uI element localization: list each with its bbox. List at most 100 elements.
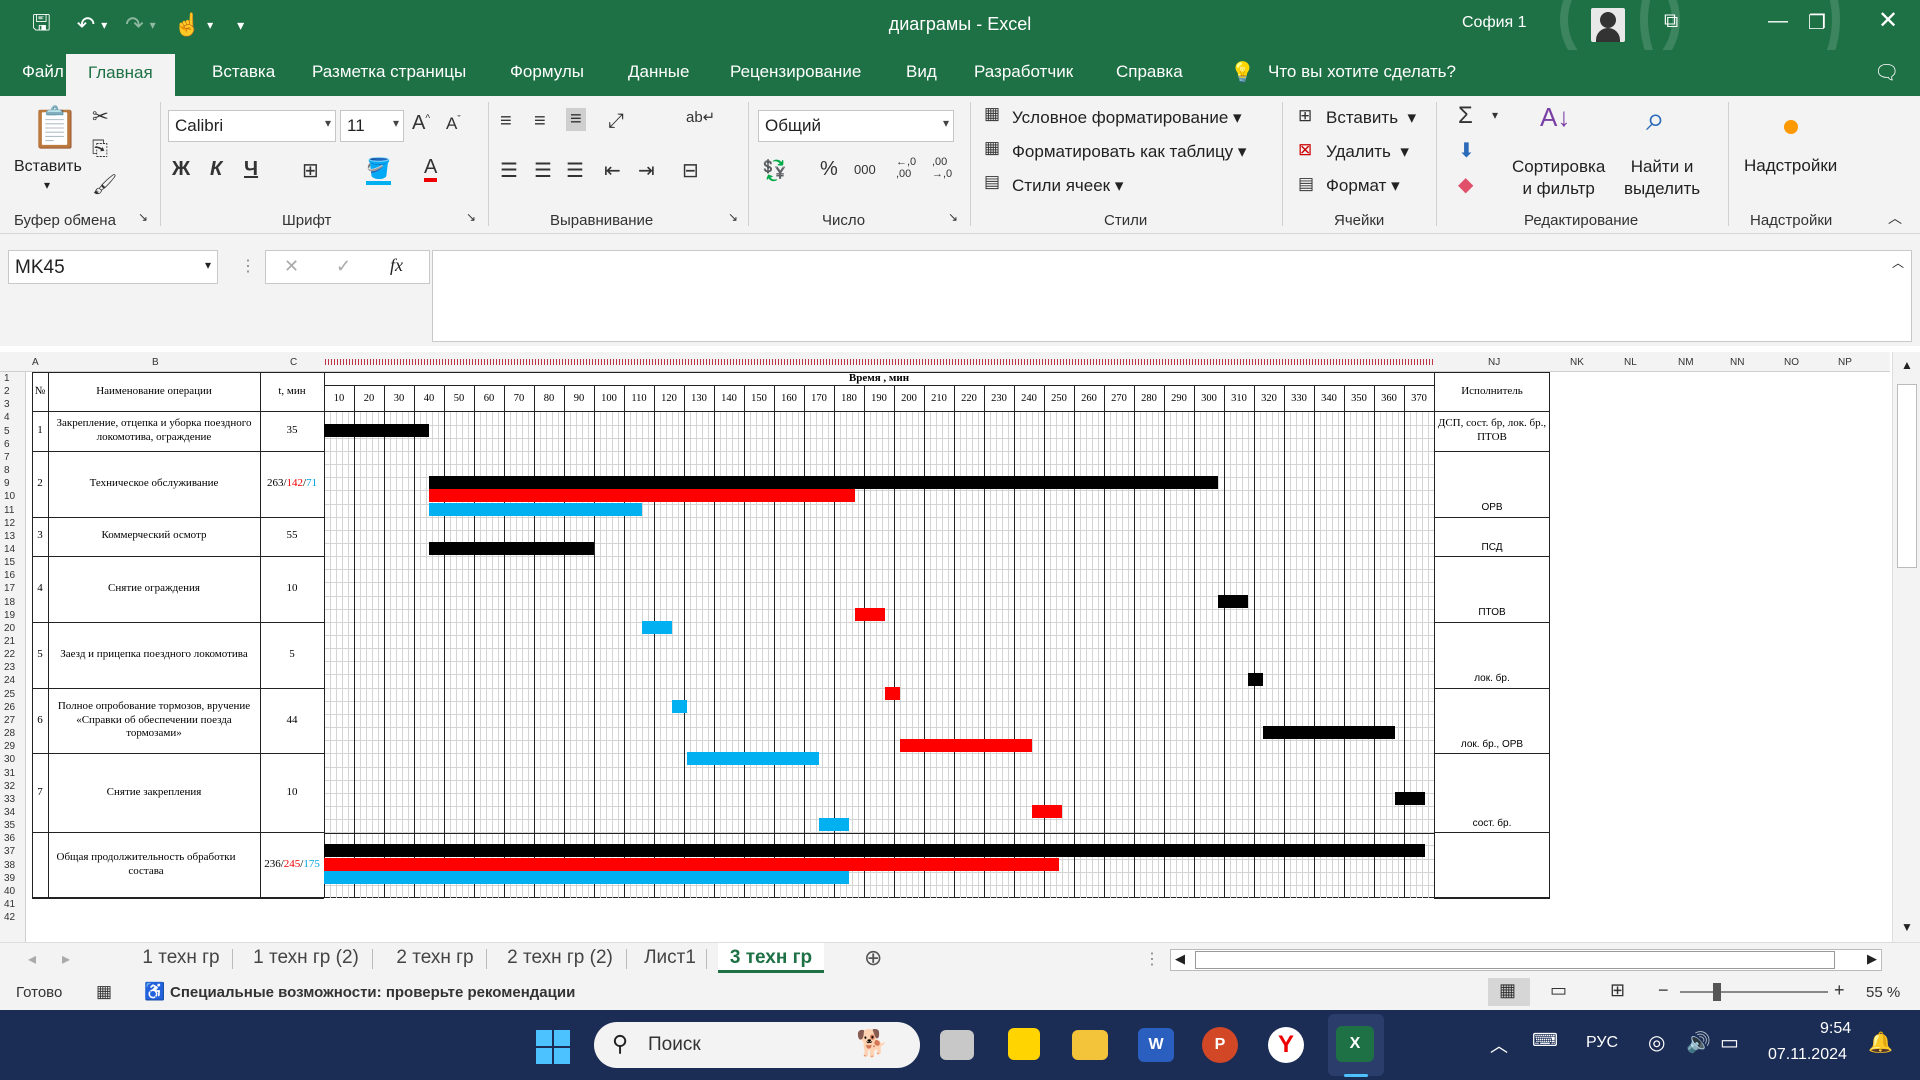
worksheet[interactable]: A B C NJ NK NL NM NN NO NP 1 2 3 4 5 6 7 8 9 10 11 12 13 14 15 1… [0,352,1920,942]
number-format-box[interactable]: Общий [758,110,954,142]
conditional-format-button[interactable]: Условное форматирование ▾ [1012,108,1242,128]
sheet-tab[interactable]: 1 техн гр (2) [246,943,366,973]
zoom-slider-thumb[interactable] [1713,983,1721,1001]
row-header[interactable]: 8 [4,465,10,476]
menu-tab[interactable]: Вставка [212,62,275,82]
accessibility-icon[interactable]: ♿ [144,982,165,1002]
find-select-button[interactable]: Найти и выделить [1624,156,1700,200]
menu-tab[interactable]: Вид [906,62,937,82]
addins-button[interactable]: Надстройки [1744,156,1837,176]
yandex-browser-icon[interactable]: Y [1268,1027,1304,1063]
row-header[interactable]: 26 [4,702,15,713]
sticky-notes-icon[interactable] [1008,1028,1040,1060]
row-header[interactable]: 17 [4,583,15,594]
orientation-icon[interactable]: ⤢ [608,110,624,133]
format-table-icon[interactable]: ▦ [984,138,1000,158]
next-sheet-icon[interactable]: ▸ [62,949,70,969]
row-header[interactable]: 9 [4,478,10,489]
row-header[interactable]: 22 [4,649,15,660]
row-header[interactable]: 33 [4,794,15,805]
volume-icon[interactable]: 🔊 [1686,1030,1711,1055]
delete-cells-button[interactable]: Удалить ▾ [1326,142,1409,162]
menu-tab[interactable]: Справка [1116,62,1183,82]
increase-decimal-button[interactable]: ←,0 ,00 [896,156,916,180]
column-header[interactable]: NN [1730,357,1744,368]
row-header[interactable]: 7 [4,452,10,463]
row-header[interactable]: 5 [4,426,10,437]
row-header[interactable]: 16 [4,570,15,581]
row-header[interactable]: 4 [4,412,10,423]
row-header[interactable]: 24 [4,675,15,686]
comments-icon[interactable]: 🗨 [1874,60,1899,85]
column-header[interactable]: A [32,357,39,368]
zoom-out-icon[interactable]: − [1658,980,1669,1001]
row-header[interactable]: 31 [4,768,15,779]
word-icon[interactable]: W [1138,1028,1174,1062]
sheet-tab[interactable]: Лист1 [640,943,700,973]
hscroll-thumb[interactable] [1195,951,1835,969]
sheet-tab[interactable]: 1 техн гр [132,943,230,973]
cell-styles-icon[interactable]: ▤ [984,172,1000,192]
zoom-in-icon[interactable]: + [1834,980,1845,1001]
ribbon-display-icon[interactable]: ⧉ [1664,10,1678,33]
scroll-thumb[interactable] [1897,384,1917,568]
page-break-icon[interactable]: ⊞ [1610,980,1625,1001]
paste-icon[interactable]: 📋 [30,104,80,151]
new-sheet-icon[interactable]: ⊕ [864,945,882,971]
row-header[interactable]: 27 [4,715,15,726]
fill-icon[interactable]: ⬇ [1458,138,1475,163]
copy-icon[interactable]: ⎘ [92,138,108,161]
increase-indent-icon[interactable]: ⇥ [638,158,655,183]
row-header[interactable]: 15 [4,557,15,568]
prev-sheet-icon[interactable]: ◂ [28,949,36,969]
row-header[interactable]: 1 [4,373,10,384]
column-header[interactable]: NJ [1488,357,1500,368]
row-header[interactable]: 39 [4,873,15,884]
scroll-down-icon[interactable]: ▼ [1901,920,1913,934]
alignment-launcher-icon[interactable]: ↘ [728,210,738,224]
collapse-formula-bar-icon[interactable]: ︿ [1892,254,1904,271]
addins-icon[interactable] [1784,120,1798,134]
row-header[interactable]: 23 [4,662,15,673]
font-launcher-icon[interactable]: ↘ [466,210,476,224]
row-header[interactable]: 6 [4,439,10,450]
row-header[interactable]: 25 [4,689,15,700]
align-center-icon[interactable]: ☰ [534,158,552,183]
scroll-right-icon[interactable]: ▶ [1867,951,1877,967]
input-language[interactable]: РУС [1586,1034,1618,1052]
sort-filter-button[interactable]: Сортировка и фильтр [1512,156,1605,200]
format-cells-icon[interactable]: ▤ [1298,174,1314,194]
row-header[interactable]: 34 [4,807,15,818]
autosum-dropdown-icon[interactable]: ▾ [1492,108,1498,122]
column-header[interactable]: NM [1678,357,1694,368]
tell-me-box[interactable]: Что вы хотите сделать? [1268,62,1456,82]
format-painter-icon[interactable]: 🖌 [92,172,117,197]
user-name[interactable]: София 1 [1462,14,1527,32]
notifications-icon[interactable]: 🔔 [1868,1030,1893,1055]
row-header[interactable]: 36 [4,833,15,844]
row-header[interactable]: 11 [4,505,14,516]
sheet-tab[interactable]: 3 техн гр [718,943,824,973]
zoom-slider[interactable] [1680,991,1828,993]
clipboard-launcher-icon[interactable]: ↘ [138,210,148,224]
row-header[interactable]: 14 [4,544,15,555]
column-header[interactable]: NK [1570,357,1584,368]
keyboard-icon[interactable]: ⌨ [1532,1030,1558,1051]
collapse-ribbon-icon[interactable]: ︿ [1888,208,1902,228]
conditional-format-icon[interactable]: ▦ [984,104,1000,124]
macro-record-icon[interactable]: ▦ [96,982,112,1002]
minimize-icon[interactable]: — [1768,10,1788,33]
menu-tab[interactable]: Главная [66,54,175,96]
row-header[interactable]: 2 [4,386,10,397]
row-header[interactable]: 29 [4,741,15,752]
menu-tab[interactable]: Разработчик [974,62,1073,82]
paste-dropdown-icon[interactable]: ▾ [44,178,50,192]
sort-filter-icon[interactable]: A↓ [1540,102,1570,133]
vertical-scrollbar[interactable]: ▲ ▼ [1892,352,1920,942]
font-size-box[interactable]: 11 [340,110,404,142]
close-icon[interactable]: ✕ [1878,6,1898,35]
name-box[interactable]: MK45 [8,250,218,284]
row-header[interactable]: 35 [4,820,15,831]
paste-button[interactable]: Вставить [14,158,82,176]
clear-icon[interactable]: ◆ [1458,172,1473,197]
